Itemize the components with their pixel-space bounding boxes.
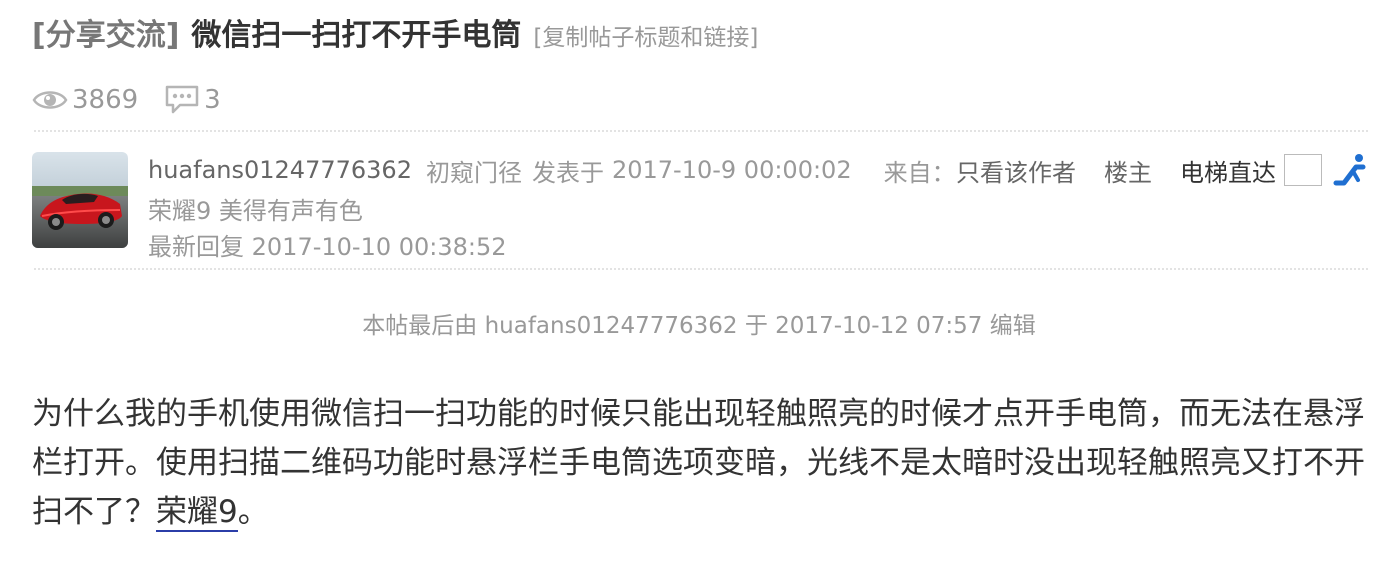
eye-icon: [32, 85, 68, 115]
comment-icon: [164, 84, 200, 116]
author-user-group[interactable]: 初窥门径: [426, 153, 522, 188]
post-content-tail: 。: [237, 494, 269, 530]
copy-title-link-button[interactable]: [复制帖子标题和链接]: [533, 18, 758, 52]
view-count-value: 3869: [72, 85, 139, 115]
last-reply: 最新回复 2017-10-10 00:38:52: [148, 227, 507, 261]
post-content: 为什么我的手机使用微信扫一扫功能的时候只能出现轻触照亮的时候才点开手电筒，而无法…: [32, 390, 1368, 537]
device-link[interactable]: 荣耀9: [156, 494, 238, 532]
only-author-link[interactable]: 只看该作者: [956, 153, 1076, 188]
view-count: 3869: [32, 85, 138, 115]
reply-count-value: 3: [204, 85, 221, 115]
thread-stats: 3869 3: [32, 80, 221, 120]
post-tools: 只看该作者 楼主 电梯直达: [928, 150, 1368, 190]
post-meta: huafans01247776362 初窥门径 发表于 2017-10-9 00…: [148, 152, 956, 188]
device-signature[interactable]: 荣耀9 美得有声有色: [148, 191, 363, 225]
thread-title-row: [分享交流] 微信扫一扫打不开手电筒 [复制帖子标题和链接]: [32, 10, 758, 54]
last-reply-time: 2017-10-10 00:38:52: [251, 233, 507, 261]
elevator-go-icon[interactable]: [1332, 153, 1368, 187]
floor-number-input[interactable]: [1284, 154, 1322, 186]
divider: [34, 130, 1368, 132]
thread-title: 微信扫一扫打不开手电筒: [191, 18, 522, 53]
floor-label: 楼主: [1104, 158, 1152, 187]
author-username[interactable]: huafans01247776362: [148, 156, 412, 184]
posted-time: 2017-10-9 00:00:02: [611, 156, 852, 184]
floor-jump-label: 电梯直达: [1180, 158, 1276, 187]
reply-count: 3: [164, 84, 221, 116]
posted-prefix: 发表于: [531, 158, 604, 187]
divider: [34, 268, 1368, 270]
last-reply-label: 最新回复: [148, 233, 244, 261]
thread-category[interactable]: [分享交流]: [32, 10, 179, 54]
edit-note: 本帖最后由 huafans01247776362 于 2017-10-12 07…: [362, 313, 1036, 339]
avatar[interactable]: [32, 152, 128, 248]
